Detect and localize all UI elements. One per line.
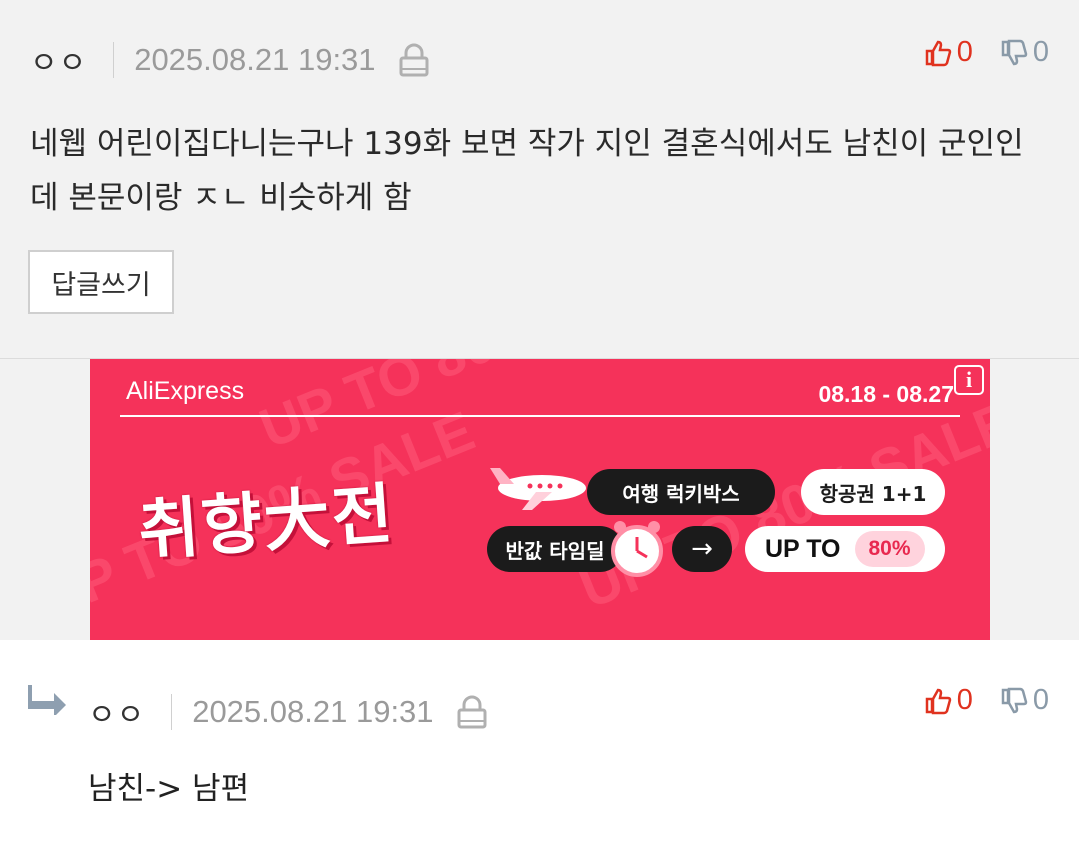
downvote-count: 0: [1032, 684, 1049, 716]
up-to-pill: UP TO 80%: [745, 526, 945, 572]
downvote-button[interactable]: 0: [999, 684, 1049, 717]
airplane-icon: [490, 468, 586, 510]
reply-meta: ㅇㅇ 2025.08.21 19:31: [88, 690, 488, 734]
up-to-label: UP TO: [765, 534, 841, 563]
comment-meta: ㅇㅇ 2025.08.21 19:31: [30, 38, 430, 82]
lock-icon: [457, 695, 487, 729]
thumbs-down-icon: [1001, 39, 1028, 65]
upvote-button[interactable]: 0: [923, 684, 973, 717]
lock-icon: [399, 43, 429, 77]
ticket-offer-pill: 항공권 1+1: [801, 469, 945, 515]
reply-date: 2025.08.21 19:31: [192, 694, 434, 729]
upvote-count: 0: [956, 684, 973, 716]
comment-nickname[interactable]: ㅇㅇ: [30, 38, 87, 82]
ad-headline: 취향大전: [136, 475, 397, 570]
comment-block: ㅇㅇ 2025.08.21 19:31 0 0 네웹 어린이집다니는구나 139…: [0, 0, 1079, 359]
alarm-clock-icon: [611, 521, 663, 577]
ad-dates: 08.18 - 08.27: [818, 381, 954, 407]
meta-divider: [171, 694, 173, 730]
thumbs-down-icon: [1001, 687, 1028, 713]
reply-body: 남친-> 남편: [88, 771, 250, 807]
ad-divider: [120, 415, 960, 417]
travel-luckybox-pill: 여행 럭키박스: [587, 469, 775, 515]
ad-info-icon[interactable]: i: [954, 365, 984, 395]
comment-body-line: 데 본문이랑 ㅈㄴ 비슷하게 함: [30, 180, 412, 216]
ad-container: UP TO 80% SALE UP TO 80% SALE UP TO 80% …: [0, 359, 1079, 640]
half-price-pill: 반값 타임딜: [487, 526, 623, 572]
reply-nickname[interactable]: ㅇㅇ: [88, 690, 145, 734]
aliexpress-ad-banner[interactable]: UP TO 80% SALE UP TO 80% SALE UP TO 80% …: [90, 359, 990, 640]
arrow-right-icon: →: [672, 526, 732, 572]
comment-body: 네웹 어린이집다니는구나 139화 보면 작가 지인 결혼식에서도 남친이 군인…: [30, 117, 1050, 225]
comment-votes: 0 0: [923, 36, 1049, 69]
comment-date: 2025.08.21 19:31: [134, 42, 376, 77]
reply-arrow-icon: [28, 685, 66, 715]
downvote-button[interactable]: 0: [999, 36, 1049, 69]
thumbs-up-icon: [925, 688, 951, 714]
meta-divider: [113, 42, 115, 78]
upvote-button[interactable]: 0: [923, 36, 973, 69]
downvote-count: 0: [1032, 36, 1049, 68]
comment-body-line: 네웹 어린이집다니는구나 139화 보면 작가 지인 결혼식에서도 남친이 군인…: [30, 126, 1024, 162]
thumbs-up-icon: [925, 40, 951, 66]
ad-brand-logo: AliExpress: [126, 377, 245, 405]
upvote-count: 0: [956, 36, 973, 68]
discount-percent: 80%: [854, 531, 925, 567]
reply-votes: 0 0: [923, 684, 1049, 717]
write-reply-button[interactable]: 답글쓰기: [28, 250, 174, 314]
